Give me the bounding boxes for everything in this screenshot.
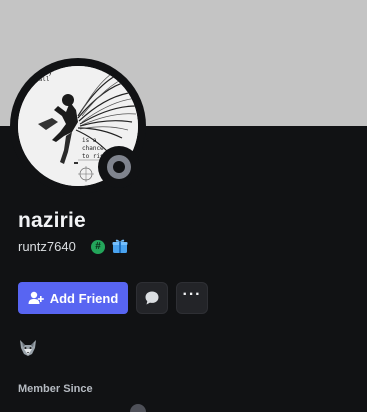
- message-icon: [145, 291, 159, 305]
- add-friend-button[interactable]: Add Friend: [18, 282, 128, 314]
- hypesquad-badge-icon[interactable]: #: [91, 240, 105, 254]
- more-dots-icon: ···: [182, 286, 202, 303]
- message-button[interactable]: [136, 282, 168, 314]
- display-name: nazirie: [18, 209, 86, 232]
- wolf-emoji-icon: [18, 338, 38, 358]
- member-since-label: Member Since: [18, 383, 93, 395]
- offline-status-hole: [113, 161, 125, 173]
- more-options-button[interactable]: ···: [176, 282, 208, 314]
- add-friend-icon: [28, 291, 44, 304]
- add-friend-label: Add Friend: [49, 290, 119, 306]
- nitro-gift-badge-icon[interactable]: [112, 238, 128, 254]
- avatar-text-is-a: is a: [82, 137, 97, 144]
- server-icon: [130, 404, 146, 412]
- username[interactable]: runtz7640: [18, 239, 76, 254]
- avatar-text-chance: chance: [82, 145, 104, 152]
